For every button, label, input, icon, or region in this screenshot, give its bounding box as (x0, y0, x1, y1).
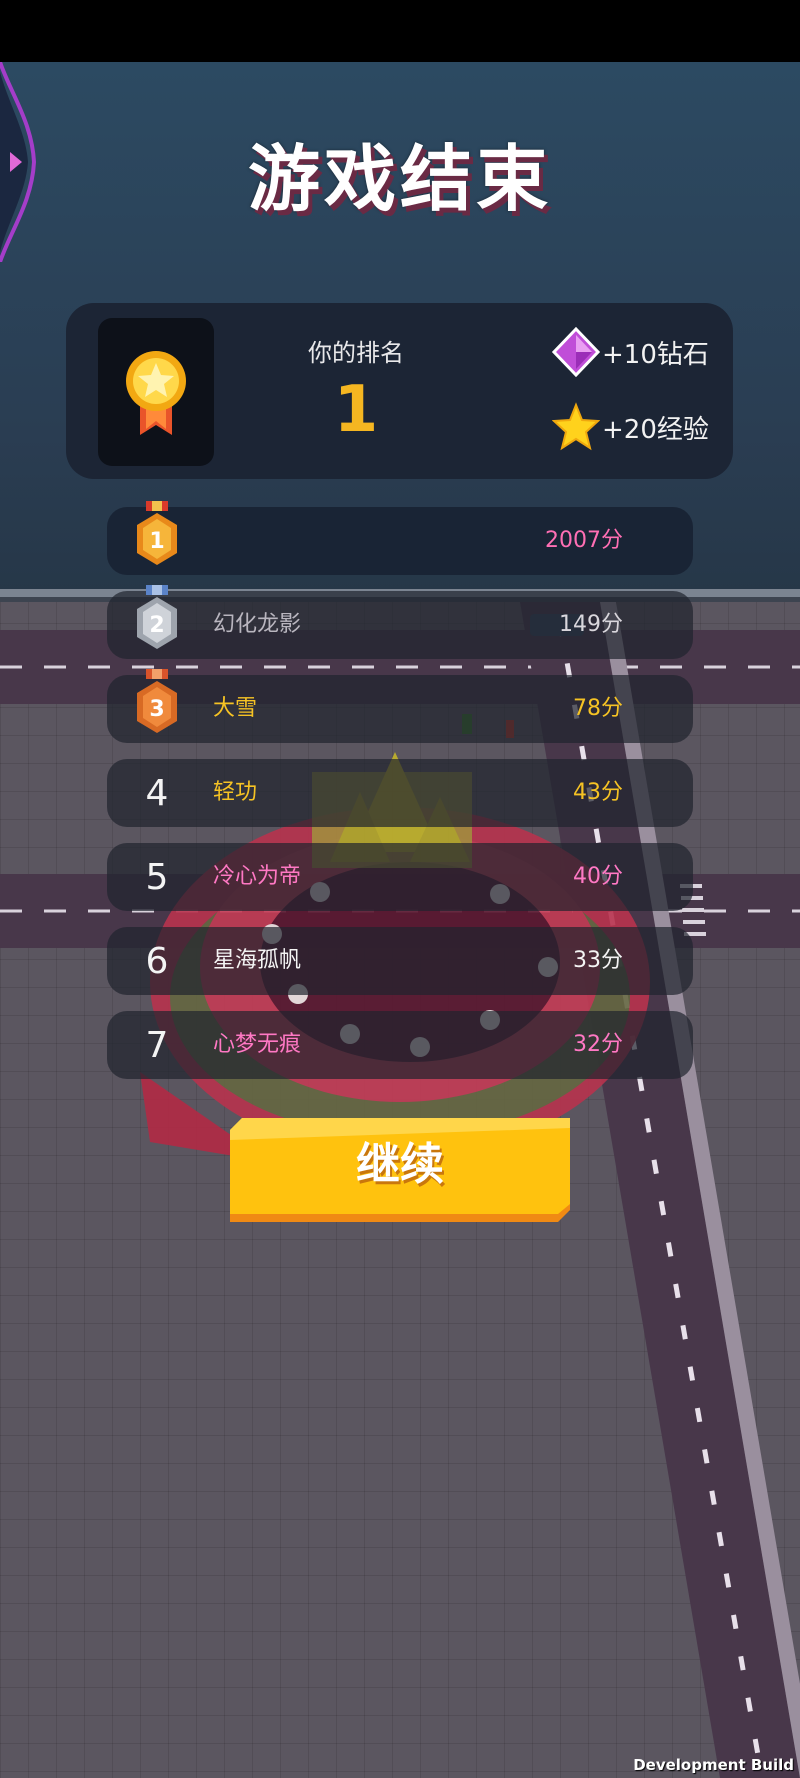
rank-cell: 1 (107, 501, 207, 575)
rank-value: 1 (333, 373, 379, 447)
reward-gems-text: +10钻石 (602, 339, 709, 370)
player-name: 大雪 (213, 696, 258, 721)
rank-number: 5 (145, 856, 169, 898)
status-bar (0, 0, 800, 62)
rank-number: 4 (145, 772, 169, 814)
result-panel: 你的排名 1 +10钻石 +20经验 (66, 303, 733, 479)
player-name: 星海孤帆 (213, 948, 302, 973)
reward-exp-text: +20经验 (602, 414, 709, 445)
leaderboard-row: 2 幻化龙影 149分 (107, 585, 693, 659)
leaderboard-row: 7 心梦无痕 32分 (107, 1011, 693, 1079)
continue-button[interactable]: 继续 (230, 1118, 570, 1222)
medal-box (98, 318, 214, 466)
medal-rank-number: 3 (149, 697, 164, 722)
leaderboard-row: 5 冷心为帝 40分 (107, 843, 693, 911)
rank-number: 6 (145, 940, 169, 982)
player-name: 冷心为帝 (213, 864, 302, 889)
bronze-medal-icon: 3 (137, 669, 177, 733)
leaderboard-row: 4 轻功 43分 (107, 759, 693, 827)
medal-icon (126, 351, 186, 435)
player-score: 43分 (573, 780, 623, 805)
rank-cell: 2 (107, 585, 207, 659)
rank-number: 7 (145, 1024, 169, 1066)
reward-gems: +10钻石 (552, 327, 709, 377)
leaderboard-row: 1 2007分 (107, 501, 693, 575)
player-score: 2007分 (545, 528, 623, 553)
leaderboard-row: 6 星海孤帆 33分 (107, 927, 693, 995)
star-icon (552, 402, 600, 451)
player-name: 心梦无痕 (213, 1032, 302, 1057)
player-score: 33分 (573, 948, 623, 973)
rank-cell: 3 (107, 669, 207, 743)
medal-rank-number: 1 (149, 529, 164, 554)
reward-exp: +20经验 (552, 402, 709, 452)
leaderboard-row: 3 大雪 78分 (107, 669, 693, 743)
gem-icon (552, 327, 600, 377)
player-score: 149分 (559, 612, 623, 637)
player-score: 78分 (573, 696, 623, 721)
silver-medal-icon: 2 (137, 585, 177, 649)
medal-rank-number: 2 (149, 613, 164, 638)
gold-medal-icon: 1 (137, 501, 177, 565)
player-name: 轻功 (213, 780, 258, 805)
development-build-watermark: Development Build (633, 1756, 794, 1774)
game-over-title: 游戏结束 (247, 137, 552, 221)
player-name: 幻化龙影 (213, 612, 302, 637)
player-score: 40分 (573, 864, 623, 889)
rank-label: 你的排名 (308, 339, 404, 367)
continue-button-label: 继续 (356, 1139, 444, 1190)
player-score: 32分 (573, 1032, 623, 1057)
